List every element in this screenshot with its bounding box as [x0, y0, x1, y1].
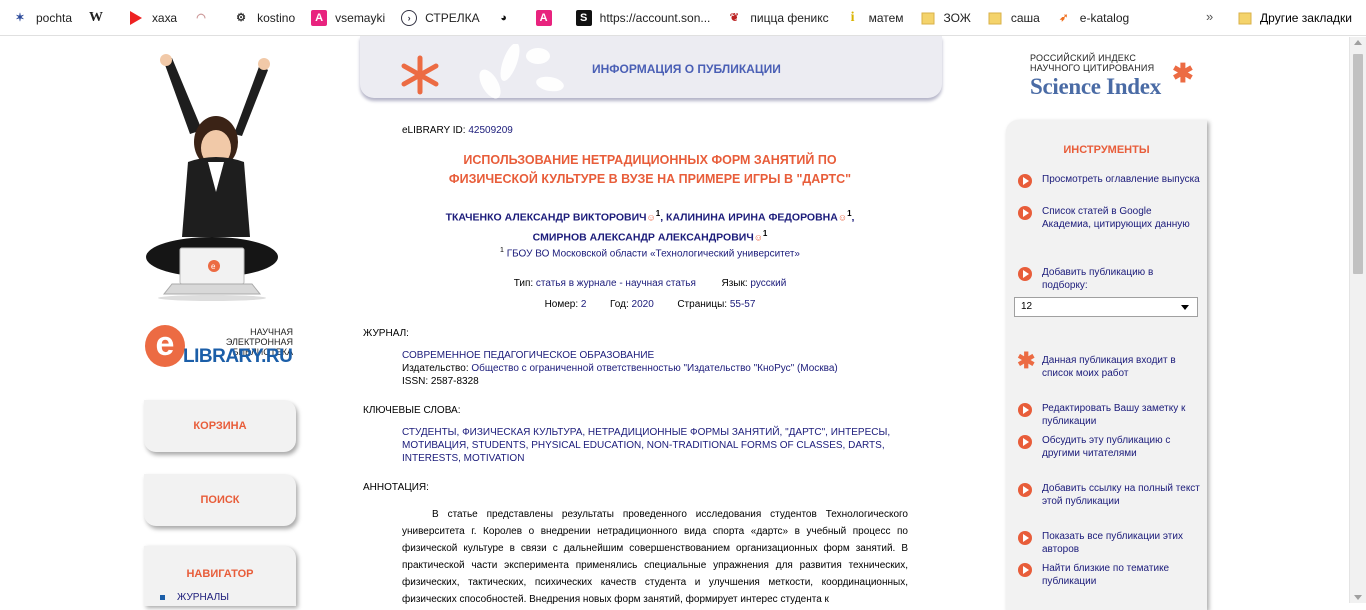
cheering-girl-illustration: e: [142, 52, 282, 302]
journal-label: ЖУРНАЛ:: [363, 328, 409, 339]
scroll-down-icon[interactable]: [1354, 595, 1362, 600]
play-bullet-icon: [1018, 267, 1032, 281]
author-profile-icon[interactable]: ☺: [838, 213, 847, 223]
bookmark-haha[interactable]: хаха: [128, 10, 177, 26]
bookmark-matem[interactable]: i матем: [845, 10, 904, 26]
bookmarks-more-button[interactable]: »: [1206, 9, 1213, 24]
s-logo-icon: S: [575, 9, 592, 26]
bookmark-kostino[interactable]: ⚙ kostino: [233, 10, 295, 26]
bookmark-ekatalog[interactable]: ➶ e-katalog: [1056, 10, 1129, 26]
affiliation-link[interactable]: ГБОУ ВО Московской области «Технологичес…: [507, 248, 800, 259]
view-issue-contents-link[interactable]: Просмотреть оглавление выпуска: [1016, 173, 1201, 188]
author-link[interactable]: ТКАЧЕНКО АЛЕКСАНДР ВИКТОРОВИЧ: [446, 212, 647, 224]
bookmark-a[interactable]: A: [535, 9, 560, 26]
decorative-flower-icon: [401, 44, 564, 99]
phoenix-icon: ❦: [729, 12, 739, 24]
svg-text:e: e: [211, 262, 216, 271]
author-list: ТКАЧЕНКО АЛЕКСАНДР ВИКТОРОВИЧ☺1, КАЛИНИН…: [445, 209, 855, 243]
show-author-publications-link[interactable]: Показать все публикации этих авторов: [1016, 530, 1201, 556]
other-bookmarks[interactable]: Другие закладки: [1238, 0, 1352, 36]
issue-number-link[interactable]: 2: [581, 299, 587, 310]
elibrary-logo-name: LIBRARY.RU: [183, 346, 293, 367]
bookmark-pizza[interactable]: ◠: [193, 10, 217, 26]
publication-title: ИСПОЛЬЗОВАНИЕ НЕТРАДИЦИОННЫХ ФОРМ ЗАНЯТИ…: [448, 153, 852, 186]
bookmark-vsemayki[interactable]: A vsemayki: [311, 9, 385, 26]
info-icon: i: [850, 9, 855, 25]
bookmark-wikipedia[interactable]: W: [88, 10, 112, 26]
navigator-item-journals[interactable]: ЖУРНАЛЫ: [160, 592, 296, 603]
play-bullet-icon: [1018, 483, 1032, 497]
tools-title: ИНСТРУМЕНТЫ: [1063, 144, 1150, 156]
folder-icon: [920, 10, 936, 26]
author-profile-icon[interactable]: ☺: [754, 232, 763, 242]
chevron-down-icon: [1181, 305, 1189, 310]
bookmark-zozh[interactable]: ЗОЖ: [920, 10, 971, 26]
arrow-circle-icon: ›: [401, 9, 418, 26]
play-bullet-icon: [1018, 174, 1032, 188]
emblem-icon: ✶: [15, 12, 25, 24]
folder-icon: [1238, 11, 1252, 25]
journal-link[interactable]: СОВРЕМЕННОЕ ПЕДАГОГИЧЕСКОЕ ОБРАЗОВАНИЕ: [402, 349, 838, 362]
publication-info-header: ИНФОРМАЦИЯ О ПУБЛИКАЦИИ: [360, 36, 942, 99]
science-index-logo[interactable]: РОССИЙСКИЙ ИНДЕКС НАУЧНОГО ЦИТИРОВАНИЯ S…: [1030, 53, 1200, 103]
affiliation: 1 ГБОУ ВО Московской области «Технологич…: [500, 247, 800, 260]
bookmark-strelka[interactable]: › СТРЕЛКА: [401, 9, 480, 26]
scroll-up-icon[interactable]: [1354, 40, 1362, 45]
search-button[interactable]: ПОИСК: [144, 474, 296, 526]
keywords-label: КЛЮЧЕВЫЕ СЛОВА:: [363, 405, 461, 416]
discuss-publication-link[interactable]: Обсудить эту публикацию с другими читате…: [1016, 434, 1201, 460]
google-scholar-citing-link[interactable]: Список статей в Google Академиа, цитирую…: [1016, 205, 1201, 231]
page-title: ИНФОРМАЦИЯ О ПУБЛИКАЦИИ: [592, 62, 781, 76]
add-to-collection-link[interactable]: Добавить публикацию в подборку:: [1016, 266, 1201, 292]
cart-button[interactable]: КОРЗИНА: [144, 400, 296, 452]
play-bullet-icon: [1018, 531, 1032, 545]
bookmarks-bar: ✶ pochta W хаха ◠ ⚙ kostino A vsemayki ›…: [0, 0, 1366, 36]
bookmark-pizza-phoenix[interactable]: ❦ пицца феникс: [726, 10, 829, 26]
bookmark-account[interactable]: S https://account.son...: [575, 9, 710, 26]
publisher-link[interactable]: Общество с ограниченной ответственностью…: [471, 363, 837, 374]
navigator-title: НАВИГАТОР: [186, 568, 254, 580]
asterisk-icon: ✱: [1017, 348, 1036, 373]
letter-a-icon: A: [535, 9, 552, 26]
issn: ISSN: 2587-8328: [402, 376, 479, 387]
keywords-list[interactable]: СТУДЕНТЫ, ФИЗИЧЕСКАЯ КУЛЬТУРА, НЕТРАДИЦИ…: [402, 426, 902, 465]
gears-icon: ⚙: [236, 12, 247, 24]
play-bullet-icon: [1018, 435, 1032, 449]
author-link[interactable]: КАЛИНИНА ИРИНА ФЕДОРОВНА: [666, 212, 838, 224]
play-bullet-icon: [1018, 563, 1032, 577]
abstract-text: В статье представлены результаты проведе…: [402, 509, 908, 605]
find-similar-publications-link[interactable]: Найти близкие по тематике публикации: [1016, 562, 1201, 588]
wikipedia-icon: W: [89, 9, 104, 25]
elibrary-logo-letter: e: [145, 325, 185, 367]
scroll-thumb[interactable]: [1353, 54, 1363, 274]
elibrary-logo[interactable]: e НАУЧНАЯ ЭЛЕКТРОННАЯ БИБЛИОТЕКА LIBRARY…: [145, 325, 295, 370]
pizza-icon: ◠: [196, 12, 206, 24]
play-bullet-icon: [1018, 206, 1032, 220]
elibrary-id: eLIBRARY ID: 42509209: [402, 125, 513, 136]
letter-a-icon: A: [311, 9, 328, 26]
author-profile-icon[interactable]: ☺: [647, 213, 656, 223]
edit-note-link[interactable]: Редактировать Вашу заметку к публикации: [1016, 402, 1201, 428]
journal-info: СОВРЕМЕННОЕ ПЕДАГОГИЧЕСКОЕ ОБРАЗОВАНИЕ И…: [402, 349, 838, 387]
youtube-play-icon: [128, 10, 144, 26]
collection-select[interactable]: 12: [1014, 297, 1198, 317]
add-fulltext-link[interactable]: Добавить ссылку на полный текст этой пуб…: [1016, 482, 1201, 508]
bookmark-pochta[interactable]: ✶ pochta: [12, 10, 72, 26]
tools-panel: ИНСТРУМЕНТЫ Просмотреть оглавление выпус…: [1006, 120, 1207, 610]
in-my-works-note: ✱ Данная публикация входит в список моих…: [1017, 348, 1176, 380]
rocket-icon: ➶: [1059, 12, 1069, 24]
bookmark-sasha[interactable]: саша: [987, 10, 1040, 26]
mask-icon: ◕: [500, 11, 507, 24]
asterisk-icon: ✱: [1172, 58, 1194, 88]
vertical-scrollbar[interactable]: [1349, 37, 1366, 603]
folder-icon: [987, 10, 1003, 26]
publication-type-row: Тип: статья в журнале - научная статья Я…: [513, 278, 787, 289]
bookmark-mask[interactable]: ◕: [496, 10, 520, 26]
play-bullet-icon: [1018, 403, 1032, 417]
author-link[interactable]: СМИРНОВ АЛЕКСАНДР АЛЕКСАНДРОВИЧ: [533, 231, 754, 243]
abstract-label: АННОТАЦИЯ:: [363, 482, 429, 493]
navigator-panel: НАВИГАТОР ЖУРНАЛЫ: [144, 546, 296, 606]
issue-info-row: Номер: 2 Год: 2020 Страницы: 55-57: [544, 299, 756, 310]
